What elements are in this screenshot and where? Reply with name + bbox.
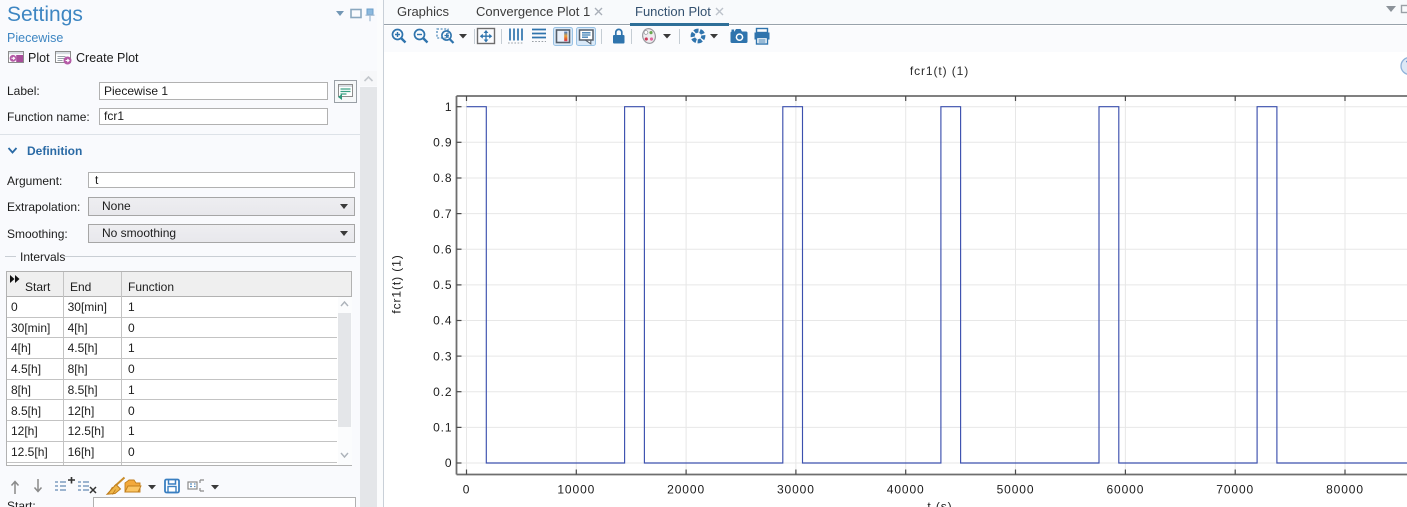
svg-text:20000: 20000: [667, 483, 705, 497]
svg-text:fcr1(t) (1): fcr1(t) (1): [390, 254, 404, 313]
svg-text:fcr1(t) (1): fcr1(t) (1): [910, 64, 969, 78]
svg-text:t (s): t (s): [927, 500, 952, 507]
svg-text:0.5: 0.5: [433, 278, 452, 292]
svg-text:0.8: 0.8: [433, 171, 452, 185]
svg-text:0: 0: [463, 483, 471, 497]
svg-text:10000: 10000: [557, 483, 595, 497]
svg-text:80000: 80000: [1326, 483, 1364, 497]
svg-text:0.3: 0.3: [433, 349, 452, 363]
svg-text:0.1: 0.1: [433, 421, 452, 435]
svg-text:0.4: 0.4: [433, 314, 452, 328]
svg-text:1: 1: [445, 100, 453, 114]
svg-text:0.2: 0.2: [433, 385, 452, 399]
svg-text:0.9: 0.9: [433, 136, 452, 150]
svg-text:30000: 30000: [777, 483, 815, 497]
svg-text:0.7: 0.7: [433, 207, 452, 221]
svg-text:40000: 40000: [887, 483, 925, 497]
svg-text:60000: 60000: [1106, 483, 1144, 497]
svg-text:0: 0: [445, 456, 453, 470]
svg-text:70000: 70000: [1216, 483, 1254, 497]
svg-text:50000: 50000: [997, 483, 1035, 497]
svg-text:0.6: 0.6: [433, 242, 452, 256]
